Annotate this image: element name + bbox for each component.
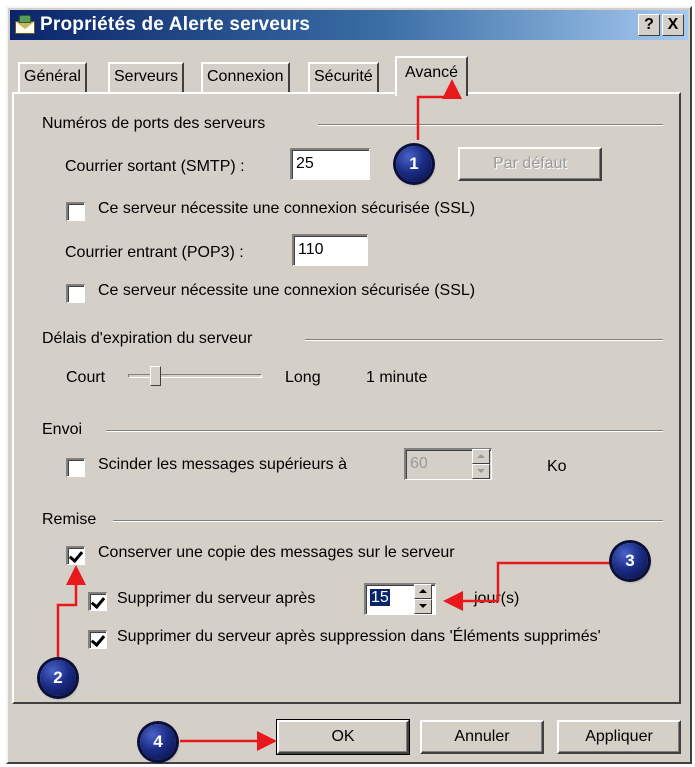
marker-4: 4 — [140, 724, 176, 760]
days-up-icon[interactable] — [414, 584, 432, 599]
timeout-long-label: Long — [285, 369, 321, 386]
pop3-ssl-label: Ce serveur nécessite une connexion sécur… — [98, 282, 476, 299]
days-value-selected: 15 — [370, 589, 390, 606]
delete-after-label: Supprimer du serveur après — [117, 590, 316, 607]
keep-copy-checkbox[interactable] — [66, 546, 85, 565]
split-messages-label: Scinder les messages supérieurs à — [98, 456, 348, 473]
timeout-group-label: Délais d'expiration du serveur — [42, 330, 253, 347]
delete-on-trash-checkbox[interactable] — [88, 630, 107, 649]
marker-2: 2 — [40, 660, 76, 696]
split-messages-checkbox[interactable] — [66, 458, 85, 477]
marker-1: 1 — [396, 146, 432, 182]
days-down-icon[interactable] — [414, 599, 432, 614]
timeout-group-divider — [305, 339, 663, 341]
days-spinner[interactable] — [414, 584, 432, 616]
pop3-label: Courrier entrant (POP3) : — [65, 244, 244, 261]
days-unit-label: jour(s) — [474, 590, 520, 607]
timeout-short-label: Court — [66, 369, 106, 386]
smtp-label: Courrier sortant (SMTP) : — [65, 158, 245, 175]
keep-copy-label: Conserver une copie des messages sur le … — [98, 544, 455, 561]
delivery-group-label: Remise — [42, 511, 97, 528]
timeout-value: 1 minute — [366, 369, 428, 386]
split-size-spinner[interactable] — [472, 449, 490, 481]
split-size-unit: Ko — [547, 458, 567, 475]
delete-on-trash-label: Supprimer du serveur après suppression d… — [117, 628, 601, 645]
timeout-slider-track[interactable] — [128, 374, 262, 378]
smtp-ssl-checkbox[interactable] — [66, 202, 85, 221]
marker-3: 3 — [612, 543, 648, 579]
split-size-up-icon[interactable] — [472, 449, 490, 464]
ok-button[interactable]: OK — [276, 719, 410, 755]
pop3-ssl-checkbox[interactable] — [66, 284, 85, 303]
cancel-button[interactable]: Annuler — [420, 720, 544, 754]
sending-group-divider — [106, 430, 663, 432]
ports-group-label: Numéros de ports des serveurs — [42, 115, 266, 132]
timeout-slider-thumb[interactable] — [150, 366, 162, 386]
delete-after-checkbox[interactable] — [88, 592, 107, 611]
ports-group-divider — [318, 124, 663, 126]
sending-group-label: Envoi — [42, 421, 83, 438]
apply-button[interactable]: Appliquer — [557, 720, 681, 754]
smtp-ssl-label: Ce serveur nécessite une connexion sécur… — [98, 200, 476, 217]
delivery-group-divider — [113, 520, 663, 522]
default-ports-button[interactable]: Par défaut — [458, 147, 602, 181]
pop3-port-input[interactable]: 110 — [292, 234, 368, 266]
split-size-down-icon[interactable] — [472, 464, 490, 479]
smtp-port-input[interactable]: 25 — [290, 148, 370, 180]
